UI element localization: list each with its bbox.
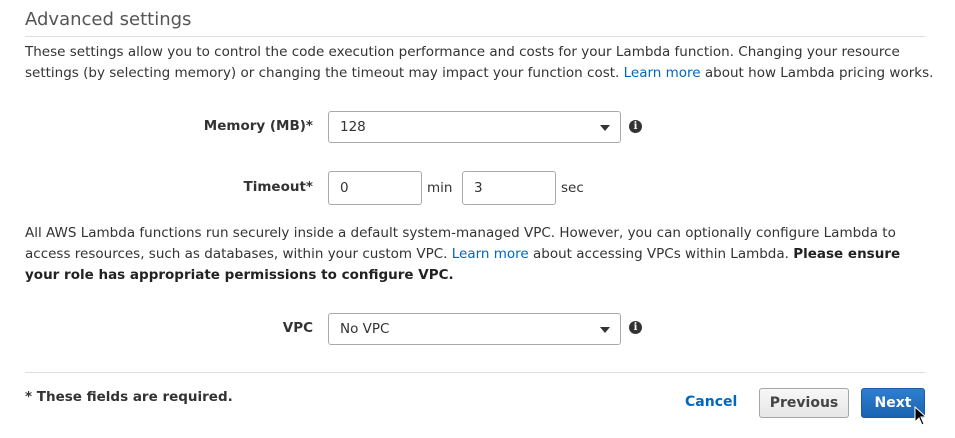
- footer-divider: [25, 372, 925, 373]
- memory-label: Memory (MB)*: [203, 118, 313, 134]
- required-fields-note: * These fields are required.: [25, 389, 233, 405]
- seconds-unit: sec: [561, 180, 584, 196]
- section-title: Advanced settings: [25, 9, 192, 30]
- vpc-select[interactable]: No VPC: [328, 313, 621, 345]
- timeout-minutes-input[interactable]: 0: [328, 171, 422, 205]
- vpc-value: No VPC: [340, 321, 390, 337]
- intro-text-after: about how Lambda pricing works.: [700, 65, 934, 81]
- vpc-text-middle: about accessing VPCs within Lambda.: [528, 246, 794, 262]
- timeout-seconds-input[interactable]: 3: [462, 171, 556, 205]
- vpc-info-icon[interactable]: i: [629, 321, 642, 334]
- chevron-down-icon: [600, 327, 610, 333]
- intro-paragraph: These settings allow you to control the …: [25, 42, 935, 84]
- vpc-learn-more-link[interactable]: Learn more: [452, 246, 529, 262]
- memory-select[interactable]: 128: [328, 111, 621, 143]
- timeout-label: Timeout*: [243, 179, 313, 195]
- memory-info-icon[interactable]: i: [629, 120, 642, 133]
- memory-value: 128: [340, 119, 366, 135]
- mouse-cursor-icon: [914, 406, 928, 426]
- cancel-button[interactable]: Cancel: [685, 394, 737, 410]
- vpc-paragraph: All AWS Lambda functions run securely in…: [25, 223, 935, 286]
- minutes-unit: min: [427, 180, 453, 196]
- vpc-label: VPC: [282, 320, 313, 336]
- previous-button[interactable]: Previous: [759, 388, 849, 418]
- chevron-down-icon: [600, 125, 610, 131]
- section-divider: [25, 36, 925, 37]
- pricing-learn-more-link[interactable]: Learn more: [624, 65, 701, 81]
